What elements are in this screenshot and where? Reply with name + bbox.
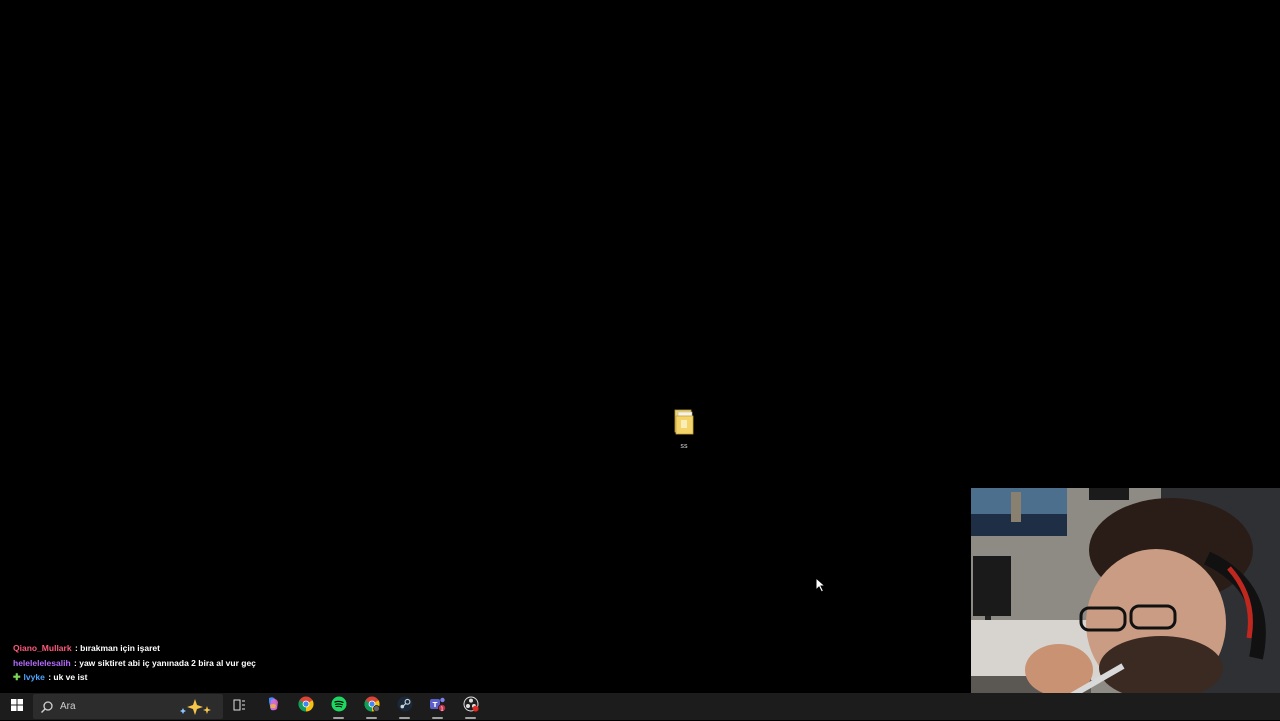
webcam-feed bbox=[971, 488, 1280, 693]
teams-notification-badge: 1 bbox=[440, 706, 444, 712]
chat-text: yaw siktiret abi iç yanınada 2 bira al v… bbox=[79, 657, 256, 668]
chat-badge-icon: ✚ bbox=[13, 672, 21, 682]
obs-button[interactable] bbox=[454, 693, 487, 720]
chat-username: Qiano_Mullark bbox=[13, 643, 72, 653]
copilot-sparkle-icon bbox=[179, 698, 219, 716]
chat-message: helelelelesalih : yaw siktiret abi iç ya… bbox=[13, 657, 413, 672]
task-view-button[interactable] bbox=[223, 693, 256, 720]
obs-icon bbox=[463, 696, 479, 717]
stream-chat-overlay: Qiano_Mullark : bırakman için işaret hel… bbox=[13, 642, 413, 686]
steam-button[interactable] bbox=[388, 693, 421, 720]
folder-icon bbox=[673, 408, 695, 436]
taskbar: Ara T 1 bbox=[0, 693, 1280, 720]
copilot-icon bbox=[265, 696, 281, 717]
chat-message: ✚ lvyke : uk ve ist bbox=[13, 671, 413, 686]
start-button[interactable] bbox=[0, 693, 33, 720]
windows-start-icon bbox=[10, 698, 23, 716]
mouse-cursor-icon bbox=[815, 576, 827, 593]
chrome-icon bbox=[297, 696, 314, 717]
chat-text: bırakman için işaret bbox=[80, 643, 160, 653]
taskbar-search-box[interactable]: Ara bbox=[33, 694, 223, 719]
chat-separator: : bbox=[72, 643, 81, 653]
teams-button[interactable]: T 1 bbox=[421, 693, 454, 720]
spotify-button[interactable] bbox=[322, 693, 355, 720]
spotify-icon bbox=[331, 696, 347, 717]
chrome-profile-icon bbox=[363, 696, 380, 717]
chat-username: lvyke bbox=[23, 672, 45, 682]
chat-text: uk ve ist bbox=[53, 672, 88, 682]
chat-message: Qiano_Mullark : bırakman için işaret bbox=[13, 642, 413, 657]
chat-username: helelelelesalih bbox=[13, 657, 71, 668]
search-icon bbox=[40, 700, 54, 714]
desktop-item-ss[interactable]: ss bbox=[664, 408, 704, 456]
desktop-item-label: ss bbox=[680, 442, 688, 450]
chrome-profile-button[interactable] bbox=[355, 693, 388, 720]
svg-text:T: T bbox=[432, 701, 437, 709]
search-placeholder: Ara bbox=[60, 701, 76, 712]
task-view-icon bbox=[233, 698, 246, 716]
teams-icon: T 1 bbox=[429, 696, 447, 717]
steam-icon bbox=[397, 696, 413, 717]
copilot-button[interactable] bbox=[256, 693, 289, 720]
chrome-button[interactable] bbox=[289, 693, 322, 720]
desktop: ss Qiano_Mullark : bırakman için işaret … bbox=[0, 0, 1280, 693]
